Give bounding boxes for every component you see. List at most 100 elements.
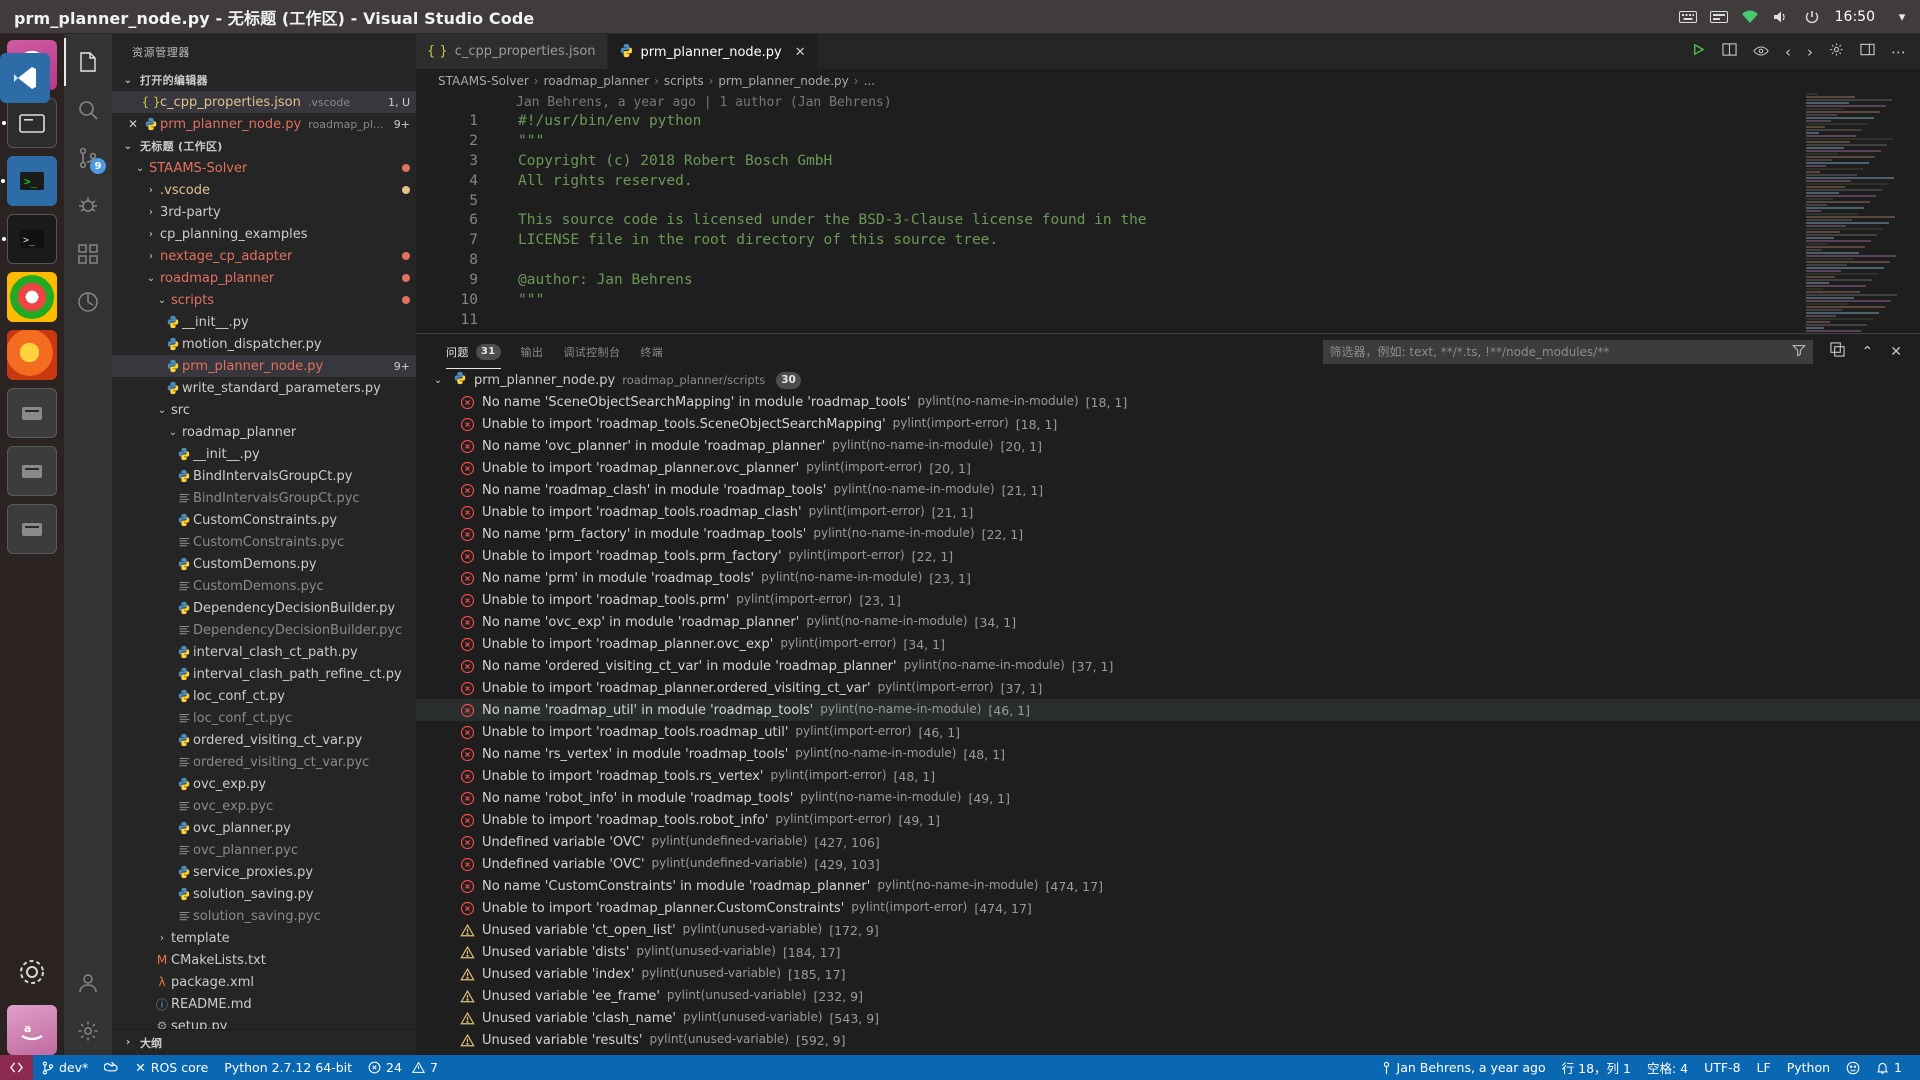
code-editor[interactable]: Jan Behrens, a year ago | 1 author (Jan … [416, 93, 1920, 333]
status-python-interpreter[interactable]: Python 2.7.12 64-bit [216, 1055, 360, 1080]
tree-item-solution-saving-pyc[interactable]: solution_saving.pyc [112, 905, 416, 927]
gutter[interactable] [478, 291, 518, 311]
tree-item-ovc-planner-pyc[interactable]: ovc_planner.pyc [112, 839, 416, 861]
tree-item-customconstraints-pyc[interactable]: CustomConstraints.pyc [112, 531, 416, 553]
tree-item-3rd-party[interactable]: › 3rd-party [112, 201, 416, 223]
code-line[interactable]: 9 @author: Jan Behrens [416, 271, 1920, 291]
launcher-item-tool-3[interactable] [7, 504, 57, 554]
power-icon[interactable] [1802, 7, 1822, 27]
panel-tab-output[interactable]: 输出 [511, 334, 554, 369]
status-language-mode[interactable]: Python [1779, 1055, 1838, 1080]
tree-item-ordered-visiting-ct-var-pyc[interactable]: ordered_visiting_ct_var.pyc [112, 751, 416, 773]
code-line[interactable]: 1 #!/usr/bin/env python [416, 112, 1920, 132]
tree-item-loc-conf-ct-py[interactable]: loc_conf_ct.py [112, 685, 416, 707]
tree-item-roadmap-planner[interactable]: ⌄ roadmap_planner [112, 421, 416, 443]
chevron-down-icon[interactable]: ▾ [1892, 7, 1912, 27]
collapse-all-icon[interactable] [1829, 342, 1845, 361]
open-editor-c-cpp-properties[interactable]: { } c_cpp_properties.json .vscode 1, U [112, 91, 416, 113]
tree-item-interval-clash-path-refine-ct-py[interactable]: interval_clash_path_refine_ct.py [112, 663, 416, 685]
problem-row[interactable]: No name 'ovc_exp' in module 'roadmap_pla… [416, 611, 1920, 633]
launcher-item-nautilus[interactable] [2, 98, 57, 148]
chevron-down-icon[interactable]: ⌄ [153, 405, 171, 416]
tree-item-solution-saving-py[interactable]: solution_saving.py [112, 883, 416, 905]
breadcrumb-item[interactable]: roadmap_planner [544, 74, 649, 88]
layout-icon[interactable] [1860, 42, 1875, 61]
preview-icon[interactable] [1753, 43, 1769, 61]
code-line[interactable]: 8 [416, 251, 1920, 271]
tree-item-customdemons-py[interactable]: CustomDemons.py [112, 553, 416, 575]
tree-item-motion-dispatcher-py[interactable]: motion_dispatcher.py [112, 333, 416, 355]
problem-row[interactable]: No name 'CustomConstraints' in module 'r… [416, 875, 1920, 897]
problem-row[interactable]: Unable to import 'roadmap_planner.Custom… [416, 897, 1920, 919]
run-icon[interactable] [1691, 42, 1706, 61]
code-line[interactable]: 11 [416, 311, 1920, 331]
go-forward-icon[interactable]: › [1807, 43, 1813, 61]
workspace-header[interactable]: ⌄ 无标题 (工作区) [112, 135, 416, 157]
status-cursor-position[interactable]: 行 18，列 1 [1554, 1055, 1639, 1080]
tree-item-nextage-cp-adapter[interactable]: › nextage_cp_adapter [112, 245, 416, 267]
problem-row[interactable]: Unused variable 'dists' pylint(unused-var… [416, 941, 1920, 963]
chevron-down-icon[interactable]: ⌄ [153, 295, 171, 306]
minimap[interactable] [1806, 93, 1906, 333]
chevron-right-icon[interactable]: › [142, 185, 160, 196]
activity-manage-gear-icon[interactable] [64, 1007, 112, 1055]
gutter[interactable] [478, 331, 518, 333]
problems-group-header[interactable]: ⌄ prm_planner_node.py roadmap_planner/sc… [416, 369, 1920, 391]
network-icon[interactable] [1740, 7, 1760, 27]
problems-list[interactable]: ⌄ prm_planner_node.py roadmap_planner/sc… [416, 369, 1920, 1055]
tree-item-roadmap-planner[interactable]: ⌄ roadmap_planner [112, 267, 416, 289]
problem-row[interactable]: Undefined variable 'OVC' pylint(undefined… [416, 853, 1920, 875]
tree-item-interval-clash-ct-path-py[interactable]: interval_clash_ct_path.py [112, 641, 416, 663]
chevron-right-icon[interactable]: › [142, 251, 160, 262]
code-line[interactable]: 12 import os [416, 331, 1920, 333]
split-icon[interactable] [1722, 42, 1737, 61]
problem-row[interactable]: Unused variable 'ee_frame' pylint(unused-… [416, 985, 1920, 1007]
chevron-right-icon[interactable]: › [142, 207, 160, 218]
tree-item-scripts[interactable]: ⌄ scripts [112, 289, 416, 311]
status-indentation[interactable]: 空格: 4 [1639, 1055, 1696, 1080]
code-line[interactable]: 2 """ [416, 132, 1920, 152]
tab-c-cpp-properties-json[interactable]: { } c_cpp_properties.json [416, 34, 608, 69]
tree-item-template[interactable]: › template [112, 927, 416, 949]
tree-item-bindintervalsgroupct-py[interactable]: BindIntervalsGroupCt.py [112, 465, 416, 487]
activity-explorer[interactable] [64, 38, 112, 86]
problem-row[interactable]: No name 'roadmap_util' in module 'roadma… [416, 699, 1920, 721]
tree-item-src[interactable]: ⌄ src [112, 399, 416, 421]
problem-row[interactable]: Unable to import 'roadmap_planner.ovc_ex… [416, 633, 1920, 655]
problem-row[interactable]: Unable to import 'roadmap_tools.prm' pyli… [416, 589, 1920, 611]
launcher-item-terminal-2[interactable]: >_ [2, 214, 57, 264]
chevron-down-icon[interactable]: ⌄ [142, 273, 160, 284]
status-sync[interactable] [96, 1055, 127, 1080]
problem-row[interactable]: Unable to import 'roadmap_planner.ordere… [416, 677, 1920, 699]
launcher-item-terminal-1[interactable]: >_ [1, 156, 57, 206]
problem-row[interactable]: No name 'rs_vertex' in module 'roadmap_t… [416, 743, 1920, 765]
chevron-down-icon[interactable]: ⌄ [164, 427, 182, 438]
code-line[interactable]: 6 This source code is licensed under the … [416, 211, 1920, 231]
status-feedback[interactable] [1838, 1055, 1868, 1080]
more-icon[interactable]: ⋯ [1891, 43, 1906, 61]
filter-icon[interactable] [1791, 343, 1806, 361]
tree-item-init-py[interactable]: __init__.py [112, 311, 416, 333]
problems-filter-input[interactable]: 筛选器，例如: text, **/*.ts, !**/node_modules/… [1322, 339, 1813, 364]
gutter[interactable] [478, 311, 518, 331]
tree-item-ovc-exp-pyc[interactable]: ovc_exp.pyc [112, 795, 416, 817]
problem-row[interactable]: Unable to import 'roadmap_tools.SceneObj… [416, 413, 1920, 435]
launcher-item-firefox[interactable] [7, 330, 57, 380]
launcher-item-tool-1[interactable] [7, 388, 57, 438]
launcher-item-settings[interactable] [7, 947, 57, 997]
tree-item-customdemons-pyc[interactable]: CustomDemons.pyc [112, 575, 416, 597]
gutter[interactable] [478, 192, 518, 212]
outline-section[interactable]: › 大纲 [112, 1029, 416, 1055]
problem-row[interactable]: Unused variable 'clash_name' pylint(unuse… [416, 1007, 1920, 1029]
problem-row[interactable]: Unable to import 'roadmap_tools.prm_fact… [416, 545, 1920, 567]
tree-item-staams-solver[interactable]: ⌄ STAAMS-Solver [112, 157, 416, 179]
activity-extensions[interactable] [64, 230, 112, 278]
tree-item-vscode[interactable]: › .vscode [112, 179, 416, 201]
problem-row[interactable]: Unable to import 'roadmap_planner.ovc_pl… [416, 457, 1920, 479]
code-line[interactable]: 10 """ [416, 291, 1920, 311]
problem-row[interactable]: Unable to import 'roadmap_tools.roadmap_… [416, 721, 1920, 743]
problem-row[interactable]: Unable to import 'roadmap_tools.roadmap_… [416, 501, 1920, 523]
chevron-down-icon[interactable]: ⌄ [131, 163, 149, 174]
launcher-item-tool-2[interactable] [7, 446, 57, 496]
problem-row[interactable]: Unable to import 'roadmap_tools.rs_verte… [416, 765, 1920, 787]
